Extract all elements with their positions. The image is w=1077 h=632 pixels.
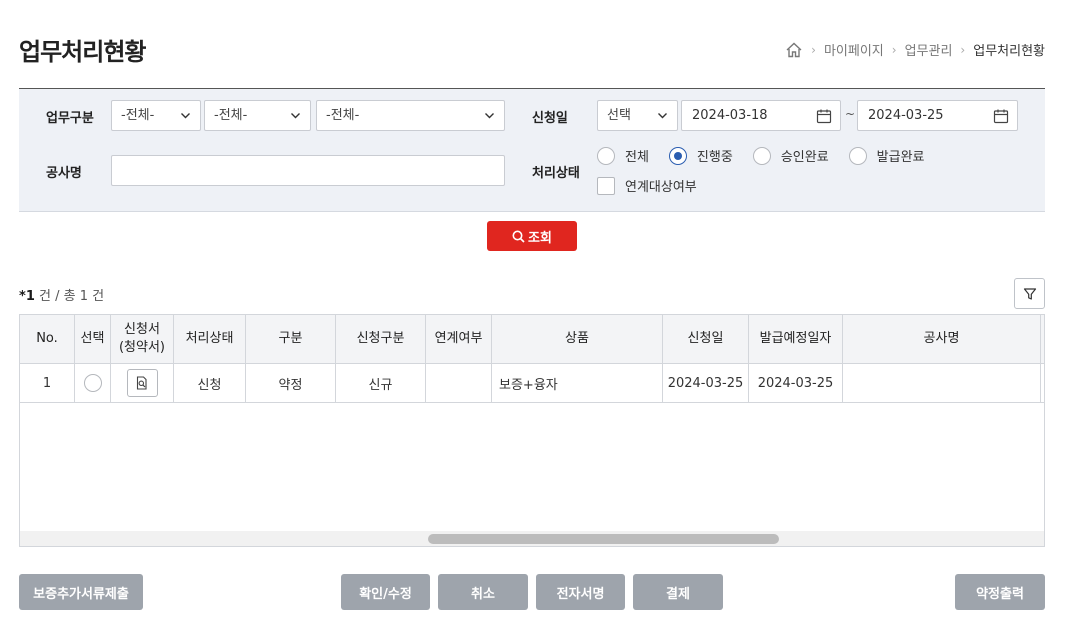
project-name-label: 공사명 bbox=[46, 166, 82, 181]
breadcrumb-separator-icon: › bbox=[811, 42, 816, 57]
radio-icon[interactable] bbox=[848, 146, 867, 165]
col-header-type[interactable]: 구분 bbox=[246, 315, 336, 363]
status-radio-approved-label: 승인완료 bbox=[780, 150, 829, 165]
cancel-button[interactable]: 취소 bbox=[438, 574, 528, 610]
cell-no: 1 bbox=[20, 364, 75, 402]
page-title: 업무처리현황 bbox=[19, 38, 146, 66]
cell-type: 약정 bbox=[246, 364, 336, 402]
breadcrumb: › 마이페이지 › 업무관리 › 업무처리현황 bbox=[785, 40, 1045, 59]
task-type-select-1-value: -전체- bbox=[121, 108, 155, 123]
status-radio-issued[interactable]: 발급완료 bbox=[848, 146, 925, 165]
breadcrumb-separator-icon: › bbox=[960, 42, 966, 57]
date-to-input[interactable]: 2024-03-25 bbox=[857, 100, 1018, 131]
cell-issue-date: 2024-03-25 bbox=[749, 364, 843, 402]
search-button[interactable]: 조회 bbox=[487, 221, 577, 251]
col-header-select[interactable]: 선택 bbox=[75, 315, 111, 363]
cell-select[interactable] bbox=[75, 364, 111, 402]
cell-project bbox=[843, 364, 1041, 402]
date-range-separator: ~ bbox=[845, 107, 856, 121]
view-application-button[interactable] bbox=[126, 369, 158, 397]
payment-button[interactable]: 결제 bbox=[633, 574, 723, 610]
date-mode-value: 선택 bbox=[607, 108, 631, 123]
result-count: *1 건 / 총 1 건 bbox=[19, 285, 104, 304]
cell-status: 신청 bbox=[174, 364, 246, 402]
row-select-radio[interactable] bbox=[83, 374, 102, 392]
document-search-icon bbox=[136, 376, 147, 390]
radio-selected-icon[interactable] bbox=[668, 146, 687, 165]
result-count-text: 건 / 총 1 건 bbox=[34, 289, 105, 304]
breadcrumb-item-current: 업무처리현황 bbox=[973, 44, 1045, 59]
filter-icon bbox=[1023, 287, 1036, 300]
apply-date-label: 신청일 bbox=[532, 111, 568, 126]
task-type-select-2[interactable]: -전체- bbox=[204, 100, 311, 131]
chevron-down-icon bbox=[485, 113, 494, 119]
col-header-status[interactable]: 처리상태 bbox=[174, 315, 246, 363]
date-to-value: 2024-03-25 bbox=[868, 108, 944, 123]
link-target-checkbox-row[interactable]: 연계대상여부 bbox=[597, 176, 697, 195]
cell-application bbox=[111, 364, 174, 402]
task-type-select-1[interactable]: -전체- bbox=[111, 100, 201, 131]
task-type-select-2-value: -전체- bbox=[214, 108, 248, 123]
calendar-icon[interactable] bbox=[993, 108, 1009, 124]
search-button-label: 조회 bbox=[528, 230, 552, 246]
cell-linked bbox=[426, 364, 492, 402]
filter-button[interactable] bbox=[1014, 278, 1045, 309]
status-label: 처리상태 bbox=[532, 166, 580, 181]
status-radio-all[interactable]: 전체 bbox=[597, 146, 649, 165]
chevron-down-icon bbox=[658, 113, 667, 119]
date-mode-select[interactable]: 선택 bbox=[597, 100, 678, 131]
col-header-linked[interactable]: 연계여부 bbox=[426, 315, 492, 363]
col-header-product[interactable]: 상품 bbox=[492, 315, 663, 363]
link-target-checkbox-label: 연계대상여부 bbox=[625, 180, 697, 195]
col-header-apply-type[interactable]: 신청구분 bbox=[336, 315, 426, 363]
grid-header: No. 선택 신청서 (청약서) 처리상태 구분 신청구분 연계여부 상품 신청… bbox=[20, 315, 1044, 364]
chevron-down-icon bbox=[291, 113, 300, 119]
print-agreement-button[interactable]: 약정출력 bbox=[955, 574, 1045, 610]
task-type-label: 업무구분 bbox=[46, 111, 94, 126]
status-radio-in-progress-label: 진행중 bbox=[696, 150, 733, 165]
result-count-prefix: * bbox=[19, 289, 26, 304]
confirm-edit-button[interactable]: 확인/수정 bbox=[341, 574, 430, 610]
cell-apply-date: 2024-03-25 bbox=[663, 364, 749, 402]
cell-product: 보증+융자 bbox=[492, 364, 663, 402]
calendar-icon[interactable] bbox=[816, 108, 832, 124]
task-type-select-3-value: -전체- bbox=[326, 108, 360, 123]
search-panel: 업무구분 -전체- -전체- -전체- 신청일 선택 2024-03-18 ~ … bbox=[19, 88, 1045, 212]
status-radio-in-progress[interactable]: 진행중 bbox=[668, 146, 733, 165]
home-icon[interactable] bbox=[785, 41, 803, 59]
chevron-down-icon bbox=[181, 113, 190, 119]
status-radio-issued-label: 발급완료 bbox=[876, 150, 925, 165]
col-header-application[interactable]: 신청서 (청약서) bbox=[111, 315, 174, 363]
col-header-apply-date[interactable]: 신청일 bbox=[663, 315, 749, 363]
status-radio-all-label: 전체 bbox=[625, 150, 649, 165]
date-from-value: 2024-03-18 bbox=[692, 108, 768, 123]
search-icon bbox=[512, 230, 525, 243]
status-radio-approved[interactable]: 승인완료 bbox=[752, 146, 829, 165]
col-header-project[interactable]: 공사명 bbox=[843, 315, 1041, 363]
col-header-no[interactable]: No. bbox=[20, 315, 75, 363]
breadcrumb-item-task-management[interactable]: 업무관리 bbox=[905, 40, 953, 59]
task-type-select-3[interactable]: -전체- bbox=[316, 100, 505, 131]
e-sign-button[interactable]: 전자서명 bbox=[536, 574, 625, 610]
table-row[interactable]: 1 신청 약정 신규 보증+융자 2024-03-25 2024-03-25 bbox=[20, 364, 1044, 403]
col-header-issue-date[interactable]: 발급예정일자 bbox=[749, 315, 843, 363]
breadcrumb-separator-icon: › bbox=[891, 42, 897, 57]
scrollbar-thumb[interactable] bbox=[428, 534, 779, 544]
breadcrumb-item-mypage[interactable]: 마이페이지 bbox=[824, 40, 884, 59]
status-radio-group: 전체 진행중 승인완료 발급완료 bbox=[597, 146, 945, 165]
result-grid: No. 선택 신청서 (청약서) 처리상태 구분 신청구분 연계여부 상품 신청… bbox=[19, 314, 1045, 547]
result-count-current: 1 bbox=[25, 289, 35, 304]
cell-apply-type: 신규 bbox=[336, 364, 426, 402]
submit-extra-docs-button[interactable]: 보증추가서류제출 bbox=[19, 574, 143, 610]
radio-icon[interactable] bbox=[597, 146, 615, 165]
link-target-checkbox[interactable] bbox=[597, 176, 615, 195]
project-name-input[interactable] bbox=[111, 155, 505, 186]
horizontal-scrollbar[interactable] bbox=[20, 531, 1044, 546]
radio-icon[interactable] bbox=[752, 146, 771, 165]
date-from-input[interactable]: 2024-03-18 bbox=[681, 100, 841, 131]
